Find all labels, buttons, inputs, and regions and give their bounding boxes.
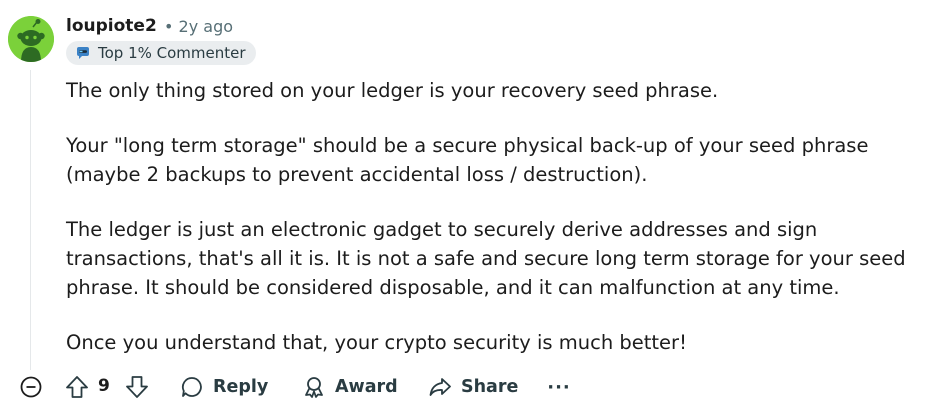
share-label: Share	[461, 377, 519, 397]
comment-paragraph: The only thing stored on your ledger is …	[66, 79, 719, 102]
upvote-arrow-icon	[66, 376, 88, 398]
collapse-button[interactable]	[19, 375, 43, 399]
upvote-button[interactable]	[64, 374, 90, 400]
author-name[interactable]: loupiote2	[66, 16, 157, 36]
vote-count: 9	[98, 376, 110, 396]
award-icon	[305, 377, 323, 398]
comment-action-bar: 9 Reply Award Share ···	[0, 368, 948, 408]
comment-paragraph: Once you understand that, your crypto se…	[66, 331, 687, 354]
user-flair-label: Top 1% Commenter	[98, 44, 246, 62]
award-label: Award	[335, 377, 398, 397]
comment: loupiote2 • 2y ago Top 1% Commenter The …	[0, 0, 948, 414]
reply-button[interactable]: Reply	[180, 370, 268, 404]
user-flair: Top 1% Commenter	[66, 41, 256, 65]
speech-bubble-icon	[181, 377, 202, 397]
downvote-button[interactable]	[124, 374, 150, 400]
comment-timestamp: • 2y ago	[164, 17, 234, 36]
reply-label: Reply	[213, 377, 269, 397]
comment-paragraph: Your "long term storage" should be a sec…	[66, 134, 869, 186]
thread-line[interactable]	[30, 70, 31, 370]
more-options-button[interactable]: ···	[546, 370, 572, 404]
share-button[interactable]: Share	[428, 370, 518, 404]
collapse-minus-icon	[20, 376, 42, 398]
snoo-avatar-icon	[8, 16, 54, 62]
share-arrow-icon	[429, 378, 451, 396]
award-button[interactable]: Award	[302, 370, 398, 404]
downvote-arrow-icon	[126, 376, 148, 398]
avatar[interactable]	[8, 16, 54, 62]
commenter-badge-icon	[77, 47, 89, 59]
comment-paragraph: The ledger is just an electronic gadget …	[66, 218, 906, 299]
